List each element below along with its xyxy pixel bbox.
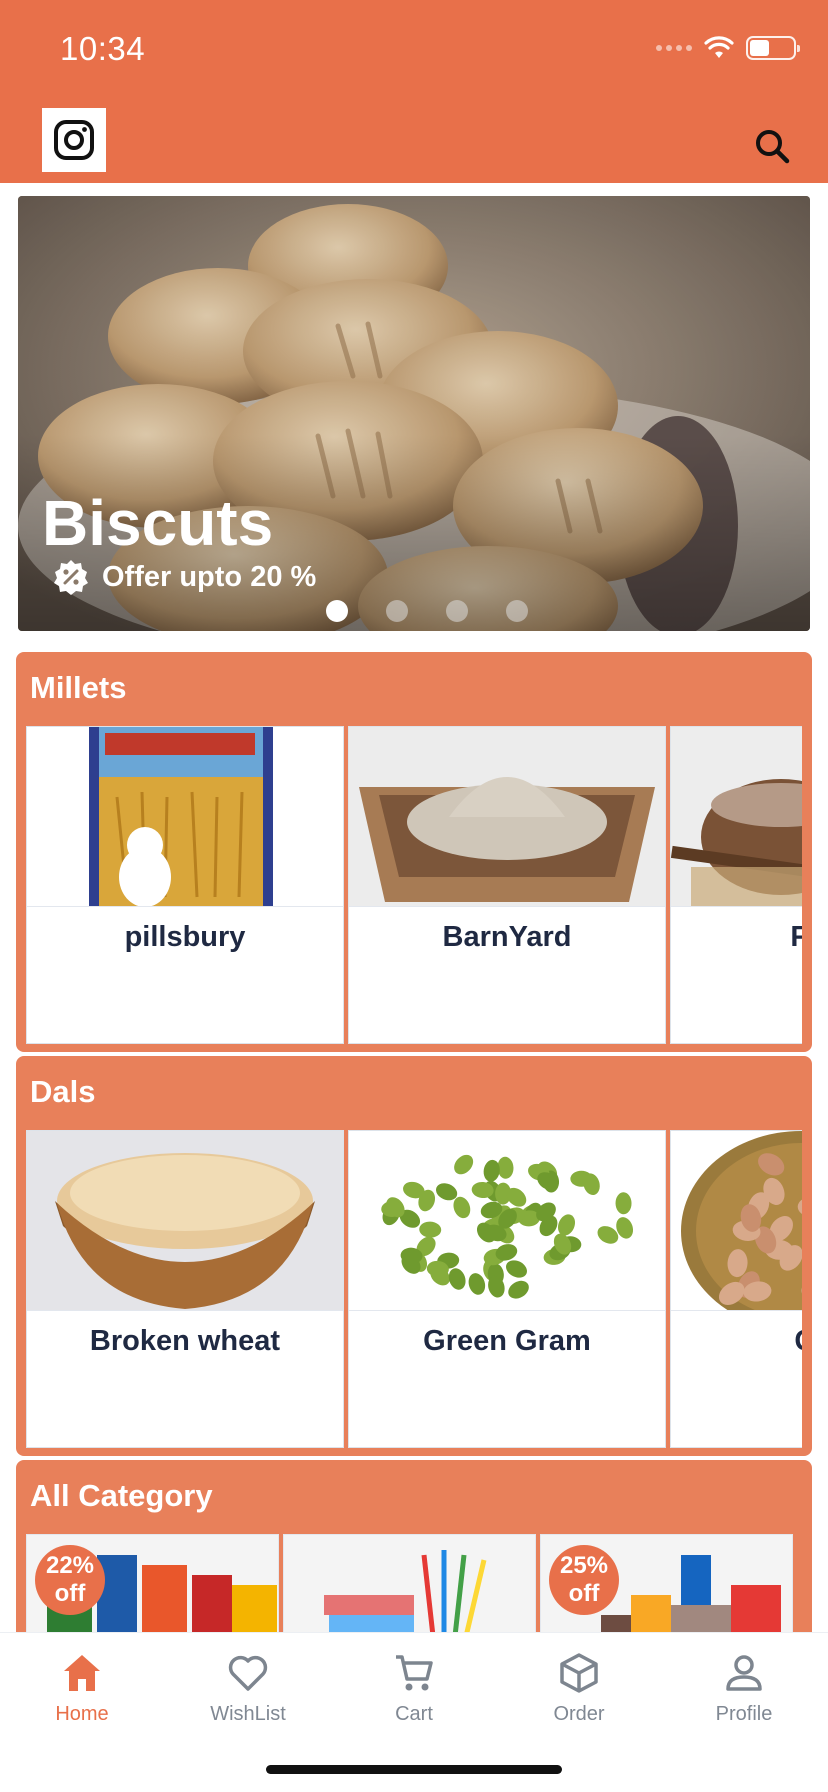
product-card[interactable]: Grou (670, 1130, 802, 1448)
status-icons (656, 36, 800, 60)
home-indicator (266, 1765, 562, 1774)
discount-badge-icon (54, 560, 88, 595)
person-icon (726, 1655, 762, 1691)
search-icon[interactable] (750, 124, 794, 168)
banner-offer-text: Offer upto 20 % (102, 560, 317, 593)
banner-title: Biscuts (42, 487, 274, 559)
product-image (671, 727, 802, 907)
product-card[interactable]: Green Gram (348, 1130, 666, 1448)
banner-offer: Offer upto 20 % (52, 558, 316, 596)
app-header: 10:34 (0, 0, 828, 183)
section-title: All Category (30, 1478, 213, 1513)
section-millets: Millets pillsbury BarnYard F (16, 652, 812, 1052)
nav-label: Profile (715, 1703, 773, 1725)
product-image (349, 1131, 665, 1311)
product-name: Broken wheat (89, 1325, 281, 1357)
nav-home[interactable]: Home (22, 1651, 142, 1726)
product-image (27, 1131, 343, 1311)
section-all-category: All Category 22% off 25% off (16, 1460, 812, 1660)
product-card[interactable]: BarnYard (348, 726, 666, 1044)
product-card[interactable]: Finge (670, 726, 802, 1044)
product-carousel[interactable]: pillsbury BarnYard F (26, 726, 802, 1044)
nav-label: Home (55, 1703, 109, 1725)
product-name: Grou (671, 1311, 802, 1358)
cellular-signal-icon (656, 45, 692, 51)
product-card[interactable]: pillsbury (26, 726, 344, 1044)
nav-order[interactable]: Order (519, 1651, 639, 1726)
discount-badge: 25% off (549, 1545, 619, 1615)
product-card[interactable]: Broken wheat (26, 1130, 344, 1448)
heart-icon (228, 1655, 268, 1691)
discount-badge: 22% off (35, 1545, 105, 1615)
product-name: pillsbury (124, 921, 246, 953)
nav-label: Order (553, 1703, 605, 1725)
product-name: Green Gram (423, 1325, 591, 1357)
nav-profile[interactable]: Profile (684, 1651, 804, 1726)
section-title: Dals (30, 1074, 96, 1109)
carousel-dot[interactable] (446, 600, 468, 622)
status-time: 10:34 (60, 30, 146, 67)
home-icon (64, 1655, 100, 1691)
nav-label: WishList (210, 1703, 286, 1725)
section-dals: Dals Broken wheat Green Gram (16, 1056, 812, 1456)
carousel-dot[interactable] (326, 600, 348, 622)
nav-cart[interactable]: Cart (354, 1651, 474, 1726)
product-name: Finge (790, 921, 802, 953)
section-title: Millets (30, 670, 127, 705)
wifi-icon (704, 36, 734, 58)
product-name: BarnYard (442, 921, 572, 953)
nav-wishlist[interactable]: WishList (188, 1651, 308, 1726)
product-image (671, 1131, 802, 1311)
promo-banner[interactable]: Biscuts Offer upto 20 % (18, 196, 810, 631)
cart-icon (396, 1655, 433, 1691)
nav-label: Cart (395, 1703, 433, 1725)
carousel-dots (18, 600, 810, 622)
instagram-icon[interactable] (42, 108, 106, 172)
box-icon (560, 1653, 598, 1693)
product-carousel[interactable]: Broken wheat Green Gram Grou (26, 1130, 802, 1448)
battery-icon (746, 36, 800, 60)
carousel-dot[interactable] (386, 600, 408, 622)
product-image (27, 727, 343, 907)
carousel-dot[interactable] (506, 600, 528, 622)
product-image (349, 727, 665, 907)
